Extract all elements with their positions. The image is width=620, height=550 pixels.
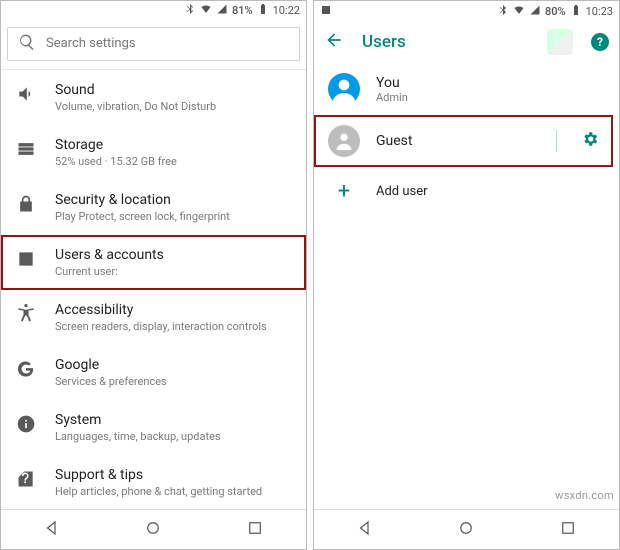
search-input[interactable]: Search settings (7, 27, 300, 61)
info-icon (15, 412, 37, 434)
settings-list: Sound Volume, vibration, Do Not Disturb … (1, 70, 306, 509)
row-title: Support & tips (55, 467, 292, 483)
help-tag-icon (15, 467, 37, 489)
wifi-icon (513, 4, 525, 19)
watermark: wsxdn.com (555, 489, 614, 502)
row-title: Google (55, 357, 292, 373)
signal-icon (216, 3, 228, 18)
row-title: Users & accounts (55, 247, 292, 263)
app-bar: Users ? (314, 21, 619, 63)
wifi-icon (200, 3, 212, 18)
status-bar: 81% 10:22 (1, 1, 306, 21)
add-user-label: Add user (376, 184, 428, 199)
users-list: You Admin Guest + Add user (314, 63, 619, 363)
row-subtitle: Play Protect, screen lock, fingerprint (55, 210, 292, 223)
nav-bar (314, 509, 619, 549)
row-subtitle: Screen readers, display, interaction con… (55, 320, 292, 333)
google-icon (15, 357, 37, 379)
battery-icon (257, 3, 269, 18)
nav-home-icon[interactable] (144, 519, 162, 541)
avatar-you (328, 73, 360, 105)
settings-row-google[interactable]: Google Services & preferences (1, 345, 306, 400)
user-row-guest[interactable]: Guest (314, 115, 613, 167)
battery-percent: 80% (545, 5, 566, 18)
user-title: You (376, 75, 605, 91)
settings-row-accessibility[interactable]: Accessibility Screen readers, display, i… (1, 290, 306, 345)
nav-bar (1, 509, 306, 549)
nav-recents-icon[interactable] (246, 519, 264, 541)
row-title: Accessibility (55, 302, 292, 318)
status-bar: 80% 10:23 (314, 1, 619, 21)
signal-icon (529, 4, 541, 19)
brand-logo (547, 29, 573, 55)
guest-settings-button[interactable] (581, 130, 599, 152)
bluetooth-icon (184, 3, 196, 18)
row-subtitle: Volume, vibration, Do Not Disturb (55, 100, 292, 113)
settings-row-sound[interactable]: Sound Volume, vibration, Do Not Disturb (1, 70, 306, 125)
row-subtitle: Help articles, phone & chat, getting sta… (55, 485, 292, 498)
nav-home-icon[interactable] (457, 519, 475, 541)
settings-row-system[interactable]: System Languages, time, backup, updates (1, 400, 306, 455)
screenshot-icon (320, 4, 332, 19)
settings-row-support[interactable]: Support & tips Help articles, phone & ch… (1, 455, 306, 509)
row-title: System (55, 412, 292, 428)
users-screen: 80% 10:23 Users ? You Admin Guest (313, 0, 620, 550)
nav-back-icon[interactable] (43, 519, 61, 541)
add-user-row[interactable]: + Add user (314, 167, 619, 216)
bluetooth-icon (497, 4, 509, 19)
clock: 10:23 (586, 5, 613, 18)
help-icon[interactable]: ? (591, 33, 609, 51)
avatar-guest (328, 125, 360, 157)
divider (556, 130, 557, 152)
user-subtitle: Admin (376, 91, 605, 104)
volume-icon (15, 82, 37, 104)
battery-icon (570, 4, 582, 19)
clock: 10:22 (273, 4, 300, 17)
row-title: Sound (55, 82, 292, 98)
page-title: Users (362, 32, 406, 52)
settings-row-users-accounts[interactable]: Users & accounts Current user: (1, 235, 306, 290)
row-subtitle: Current user: (55, 265, 292, 278)
person-box-icon (15, 247, 37, 269)
storage-icon (15, 137, 37, 159)
settings-row-storage[interactable]: Storage 52% used · 15.32 GB free (1, 125, 306, 180)
nav-back-icon[interactable] (356, 519, 374, 541)
row-subtitle: Services & preferences (55, 375, 292, 388)
search-placeholder: Search settings (46, 36, 136, 51)
back-icon[interactable] (324, 30, 344, 54)
lock-icon (15, 192, 37, 214)
accessibility-icon (15, 302, 37, 324)
user-row-you[interactable]: You Admin (314, 63, 619, 115)
nav-recents-icon[interactable] (559, 519, 577, 541)
settings-row-security[interactable]: Security & location Play Protect, screen… (1, 180, 306, 235)
plus-icon: + (328, 179, 360, 204)
user-title: Guest (376, 133, 540, 149)
battery-percent: 81% (232, 4, 253, 17)
search-icon (18, 33, 36, 55)
row-subtitle: Languages, time, backup, updates (55, 430, 292, 443)
settings-screen: 81% 10:22 Search settings Sound Volume, … (0, 0, 307, 550)
row-title: Storage (55, 137, 292, 153)
row-title: Security & location (55, 192, 292, 208)
search-bar-container: Search settings (1, 21, 306, 70)
row-subtitle: 52% used · 15.32 GB free (55, 155, 292, 168)
